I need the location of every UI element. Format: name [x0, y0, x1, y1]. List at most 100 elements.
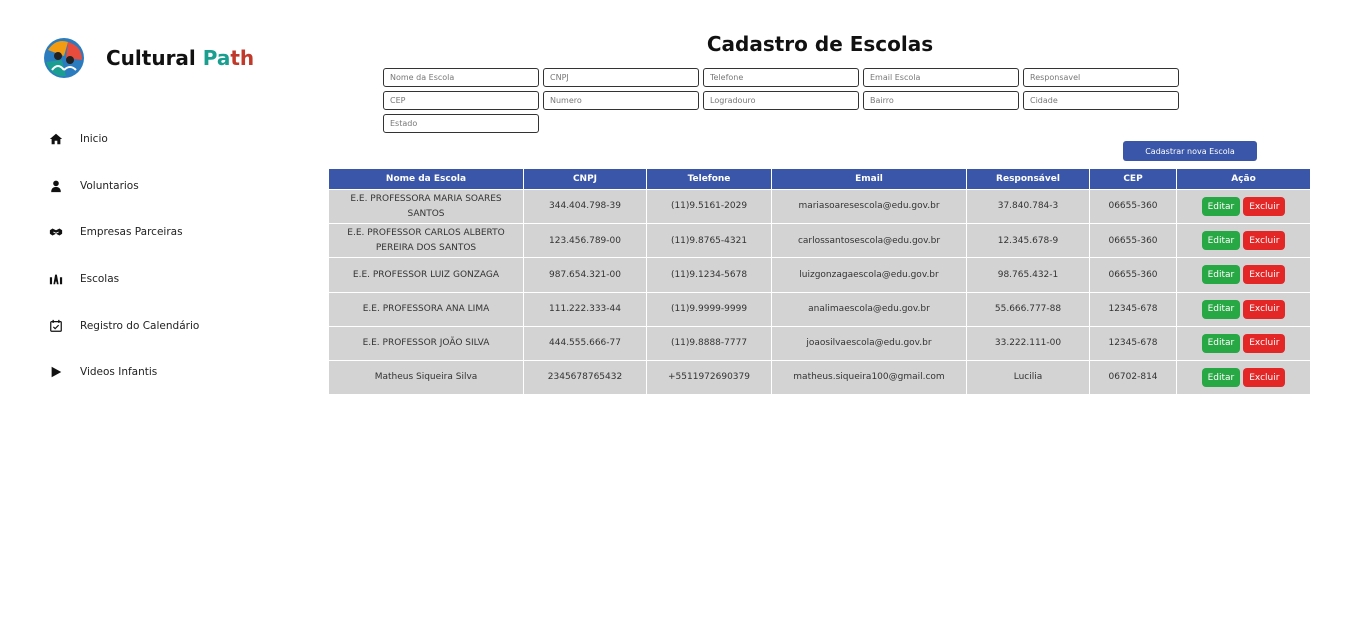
- cell-cnpj: 2345678765432: [523, 359, 647, 396]
- delete-button[interactable]: Excluir: [1243, 368, 1286, 388]
- cell-responsavel: 98.765.432-1: [966, 257, 1090, 293]
- cell-email: analimaescola@edu.gov.br: [771, 291, 967, 327]
- cell-nome: E.E. PROFESSOR JOÃO SILVA: [328, 325, 524, 361]
- sidebar-item-videos[interactable]: Videos Infantis: [48, 349, 199, 396]
- sidebar: Cultural Path Inicio Voluntarios Empresa…: [0, 0, 300, 644]
- cell-nome: E.E. PROFESSORA MARIA SOARES SANTOS: [328, 188, 524, 225]
- cell-responsavel: 37.840.784-3: [966, 188, 1090, 225]
- sidebar-item-empresas[interactable]: Empresas Parceiras: [48, 209, 199, 256]
- cell-responsavel: 55.666.777-88: [966, 291, 1090, 327]
- sidebar-item-label: Videos Infantis: [80, 366, 158, 379]
- sidebar-nav: Inicio Voluntarios Empresas Parceiras Es…: [48, 116, 199, 396]
- telefone-input[interactable]: [703, 68, 859, 87]
- school-form: [383, 68, 1183, 137]
- cell-cnpj: 111.222.333-44: [523, 291, 647, 327]
- table-row: E.E. PROFESSOR LUIZ GONZAGA 987.654.321-…: [328, 257, 1311, 293]
- cell-cep: 12345-678: [1089, 291, 1177, 327]
- edit-button[interactable]: Editar: [1201, 265, 1241, 285]
- delete-button[interactable]: Excluir: [1243, 197, 1286, 217]
- cell-email: luizgonzagaescola@edu.gov.br: [771, 257, 967, 293]
- cell-acao: Editar Excluir: [1176, 188, 1311, 225]
- column-header: Responsável: [966, 168, 1090, 190]
- brand[interactable]: Cultural Path: [42, 36, 254, 80]
- play-icon: [48, 364, 64, 380]
- cell-nome: E.E. PROFESSOR CARLOS ALBERTO PEREIRA DO…: [328, 223, 524, 259]
- cell-telefone: +5511972690379: [646, 359, 772, 396]
- cell-acao: Editar Excluir: [1176, 257, 1311, 293]
- cell-nome: E.E. PROFESSOR LUIZ GONZAGA: [328, 257, 524, 293]
- cadastrar-escola-button[interactable]: Cadastrar nova Escola: [1123, 141, 1257, 161]
- delete-button[interactable]: Excluir: [1243, 231, 1286, 251]
- cell-acao: Editar Excluir: [1176, 325, 1311, 361]
- column-header: CNPJ: [523, 168, 647, 190]
- table-row: E.E. PROFESSORA MARIA SOARES SANTOS 344.…: [328, 188, 1311, 225]
- edit-button[interactable]: Editar: [1201, 231, 1241, 251]
- cell-nome: E.E. PROFESSORA ANA LIMA: [328, 291, 524, 327]
- column-header: Nome da Escola: [328, 168, 524, 190]
- cell-email: mariasoaresescola@edu.gov.br: [771, 188, 967, 225]
- edit-button[interactable]: Editar: [1201, 333, 1241, 353]
- nome-escola-input[interactable]: [383, 68, 539, 87]
- cell-responsavel: 12.345.678-9: [966, 223, 1090, 259]
- sidebar-item-voluntarios[interactable]: Voluntarios: [48, 163, 199, 210]
- delete-button[interactable]: Excluir: [1243, 265, 1286, 285]
- table-header-row: Nome da Escola CNPJ Telefone Email Respo…: [328, 168, 1311, 190]
- cell-cep: 06655-360: [1089, 223, 1177, 259]
- logo-icon: [44, 38, 84, 78]
- responsavel-input[interactable]: [1023, 68, 1179, 87]
- delete-button[interactable]: Excluir: [1243, 333, 1286, 353]
- sidebar-item-label: Empresas Parceiras: [80, 226, 183, 239]
- calendar-icon: [48, 318, 64, 334]
- cell-email: joaosilvaescola@edu.gov.br: [771, 325, 967, 361]
- cell-cep: 06655-360: [1089, 257, 1177, 293]
- cell-cnpj: 344.404.798-39: [523, 188, 647, 225]
- handshake-icon: [48, 224, 64, 240]
- schools-table: Nome da Escola CNPJ Telefone Email Respo…: [328, 168, 1311, 396]
- cell-cep: 06702-814: [1089, 359, 1177, 396]
- table-row: E.E. PROFESSOR JOÃO SILVA 444.555.666-77…: [328, 325, 1311, 361]
- edit-button[interactable]: Editar: [1201, 299, 1241, 319]
- cell-cnpj: 123.456.789-00: [523, 223, 647, 259]
- cell-email: matheus.siqueira100@gmail.com: [771, 359, 967, 396]
- page-title: Cadastro de Escolas: [706, 32, 934, 56]
- table-row: Matheus Siqueira Silva 2345678765432 +55…: [328, 359, 1311, 396]
- cnpj-input[interactable]: [543, 68, 699, 87]
- school-icon: [48, 271, 64, 287]
- cell-responsavel: 33.222.111-00: [966, 325, 1090, 361]
- user-icon: [48, 178, 64, 194]
- cell-responsavel: Lucilia: [966, 359, 1090, 396]
- cell-nome: Matheus Siqueira Silva: [328, 359, 524, 396]
- column-header: Email: [771, 168, 967, 190]
- numero-input[interactable]: [543, 91, 699, 110]
- brand-name: Cultural Path: [106, 46, 255, 70]
- cell-acao: Editar Excluir: [1176, 291, 1311, 327]
- cell-cnpj: 444.555.666-77: [523, 325, 647, 361]
- sidebar-item-calendario[interactable]: Registro do Calendário: [48, 302, 199, 349]
- cell-acao: Editar Excluir: [1176, 223, 1311, 259]
- cell-cep: 12345-678: [1089, 325, 1177, 361]
- cell-cnpj: 987.654.321-00: [523, 257, 647, 293]
- column-header: CEP: [1089, 168, 1177, 190]
- cell-telefone: (11)9.5161-2029: [646, 188, 772, 225]
- bairro-input[interactable]: [863, 91, 1019, 110]
- cidade-input[interactable]: [1023, 91, 1179, 110]
- cell-acao: Editar Excluir: [1176, 359, 1311, 396]
- cell-telefone: (11)9.8765-4321: [646, 223, 772, 259]
- sidebar-item-label: Voluntarios: [80, 179, 139, 192]
- cell-telefone: (11)9.8888-7777: [646, 325, 772, 361]
- cep-input[interactable]: [383, 91, 539, 110]
- edit-button[interactable]: Editar: [1201, 368, 1241, 388]
- delete-button[interactable]: Excluir: [1243, 299, 1286, 319]
- sidebar-item-label: Inicio: [80, 133, 108, 146]
- table-row: E.E. PROFESSORA ANA LIMA 111.222.333-44 …: [328, 291, 1311, 327]
- edit-button[interactable]: Editar: [1201, 197, 1241, 217]
- column-header: Telefone: [646, 168, 772, 190]
- cell-email: carlossantosescola@edu.gov.br: [771, 223, 967, 259]
- home-icon: [48, 131, 64, 147]
- estado-input[interactable]: [383, 114, 539, 133]
- email-input[interactable]: [863, 68, 1019, 87]
- cell-telefone: (11)9.1234-5678: [646, 257, 772, 293]
- logradouro-input[interactable]: [703, 91, 859, 110]
- sidebar-item-escolas[interactable]: Escolas: [48, 256, 199, 303]
- sidebar-item-inicio[interactable]: Inicio: [48, 116, 199, 163]
